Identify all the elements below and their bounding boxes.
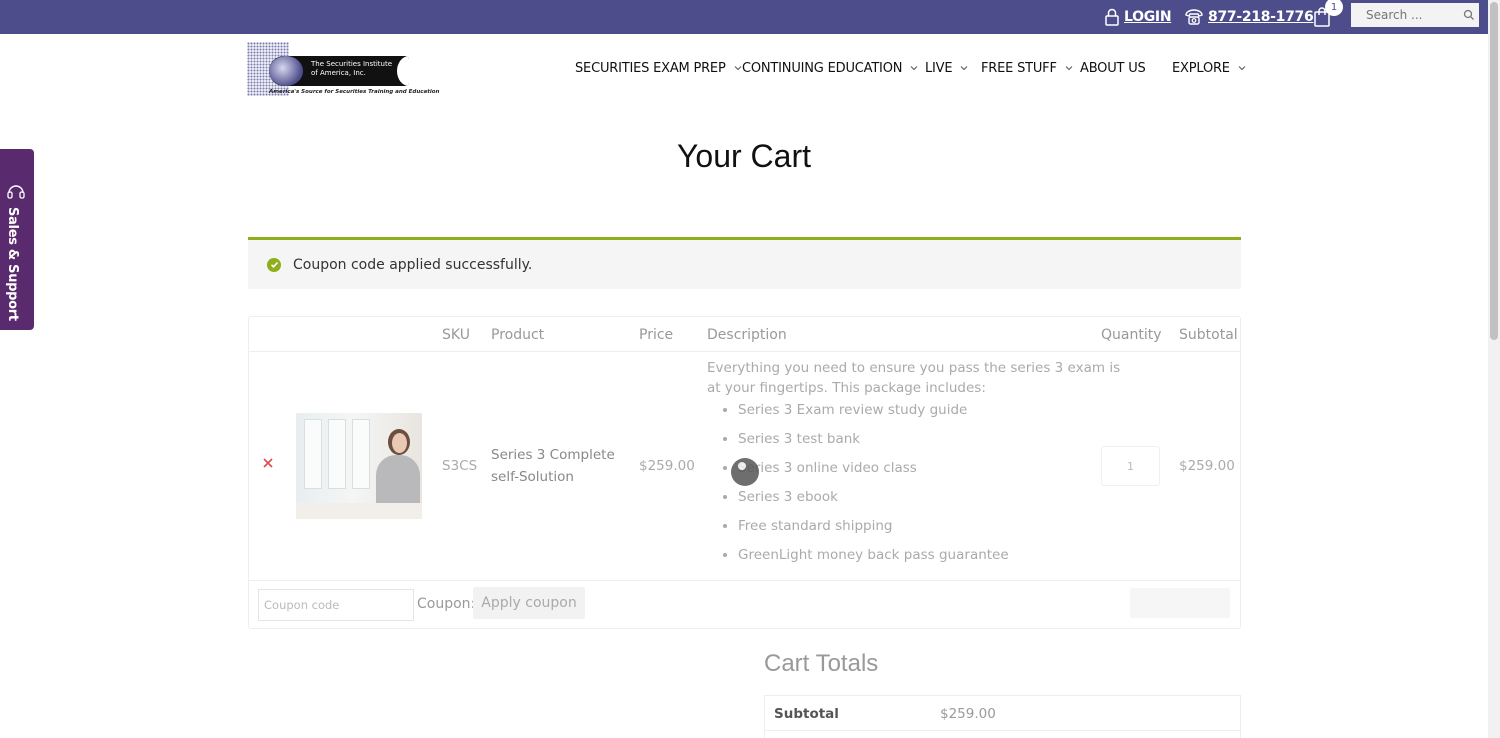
nav-explore[interactable]: EXPLORE — [1172, 58, 1246, 78]
sales-support-label: Sales & Support — [5, 207, 20, 321]
notice-message: Coupon code applied successfully. — [293, 256, 533, 273]
coupon-label: Coupon: — [417, 596, 476, 612]
phone-icon — [1185, 9, 1203, 25]
list-item: Free standard shipping — [738, 516, 1009, 545]
search-icon[interactable] — [1462, 8, 1476, 22]
sales-support-tab[interactable]: Sales & Support — [0, 149, 34, 330]
check-circle-icon — [267, 257, 281, 272]
list-item: Series 3 test bank — [738, 429, 1009, 458]
logo-globe — [269, 56, 303, 86]
chevron-down-icon — [961, 66, 968, 71]
headset-icon — [7, 185, 25, 199]
cart-totals-title: Cart Totals — [764, 650, 879, 677]
search-input[interactable] — [1351, 3, 1479, 27]
description-line-1: Everything you need to ensure you pass t… — [707, 360, 1121, 376]
update-cart-button[interactable] — [1130, 588, 1230, 618]
chevron-down-icon — [1238, 66, 1246, 71]
nav-live[interactable]: LIVE — [925, 58, 968, 78]
item-description: Everything you need to ensure you pass t… — [707, 358, 1120, 398]
nav-about-us[interactable]: ABOUT US — [1080, 58, 1146, 78]
apply-coupon-button[interactable]: Apply coupon — [473, 587, 585, 619]
logo-line-1: The Securities Institute — [311, 60, 393, 68]
remove-item-icon[interactable] — [262, 457, 274, 469]
header-quantity: Quantity — [1101, 327, 1162, 343]
nav-securities-exam-prep[interactable]: SECURITIES EXAM PREP — [575, 58, 742, 78]
cart-count-badge: 1 — [1325, 0, 1343, 16]
logo-banner: The Securities Institute of America, Inc… — [269, 56, 409, 86]
nav-label: SECURITIES EXAM PREP — [575, 60, 726, 76]
phone-link[interactable]: 877-218-1776 — [1184, 6, 1314, 28]
product-name-line-2: self-Solution — [491, 469, 574, 485]
quantity-input[interactable]: 1 — [1101, 446, 1160, 486]
list-item: Series 3 online video class — [738, 458, 1009, 487]
cart-totals-table: Subtotal $259.00 — [764, 695, 1241, 738]
page-title: Your Cart — [677, 138, 811, 174]
product-name-line-1: Series 3 Complete — [491, 447, 615, 463]
product-thumbnail[interactable] — [296, 413, 422, 519]
includes-list: Series 3 Exam review study guide Series … — [707, 400, 1009, 574]
chevron-down-icon — [910, 66, 918, 71]
nav-label: FREE STUFF — [981, 60, 1057, 76]
list-item: Series 3 ebook — [738, 487, 1009, 516]
lock-icon — [1105, 8, 1119, 26]
subtotal-label: Subtotal — [774, 706, 839, 722]
chevron-down-icon — [1065, 66, 1073, 71]
top-bar: LOGIN 877-218-1776 1 — [0, 0, 1500, 34]
nav-label: EXPLORE — [1172, 60, 1230, 76]
header-price: Price — [639, 327, 674, 343]
header-product: Product — [491, 327, 545, 343]
logo-tagline: America's Source for Securities Training… — [269, 89, 440, 95]
phone-number: 877-218-1776 — [1208, 9, 1314, 25]
nav-label: ABOUT US — [1080, 60, 1146, 76]
list-item: Series 3 Exam review study guide — [738, 400, 1009, 429]
subtotal-value: $259.00 — [940, 706, 996, 722]
page-scrollbar[interactable] — [1488, 0, 1500, 738]
success-notice: Coupon code applied successfully. — [248, 237, 1241, 289]
item-subtotal: $259.00 — [1179, 458, 1235, 474]
nav-continuing-education[interactable]: CONTINUING EDUCATION — [742, 58, 918, 78]
chevron-down-icon — [734, 66, 741, 71]
scrollbar-thumb[interactable] — [1490, 2, 1498, 340]
coupon-code-input[interactable]: Coupon code — [258, 589, 414, 621]
header-description: Description — [707, 327, 787, 343]
list-item: GreenLight money back pass guarantee — [738, 545, 1009, 574]
description-line-2: at your fingertips. This package include… — [707, 380, 986, 396]
item-price: $259.00 — [639, 458, 695, 474]
loading-spinner-icon — [731, 458, 759, 486]
logo-line-2: of America, Inc. — [311, 69, 366, 77]
site-logo[interactable]: The Securities Institute of America, Inc… — [247, 42, 439, 98]
item-sku: S3CS — [442, 458, 478, 474]
nav-label: LIVE — [925, 60, 953, 76]
nav-label: CONTINUING EDUCATION — [742, 60, 903, 76]
item-product-link[interactable]: Series 3 Complete self-Solution — [491, 444, 615, 488]
header-sku: SKU — [442, 327, 470, 343]
login-link[interactable]: LOGIN — [1104, 6, 1172, 28]
nav-free-stuff[interactable]: FREE STUFF — [981, 58, 1073, 78]
header-subtotal: Subtotal — [1179, 327, 1238, 343]
login-label: LOGIN — [1124, 9, 1172, 25]
